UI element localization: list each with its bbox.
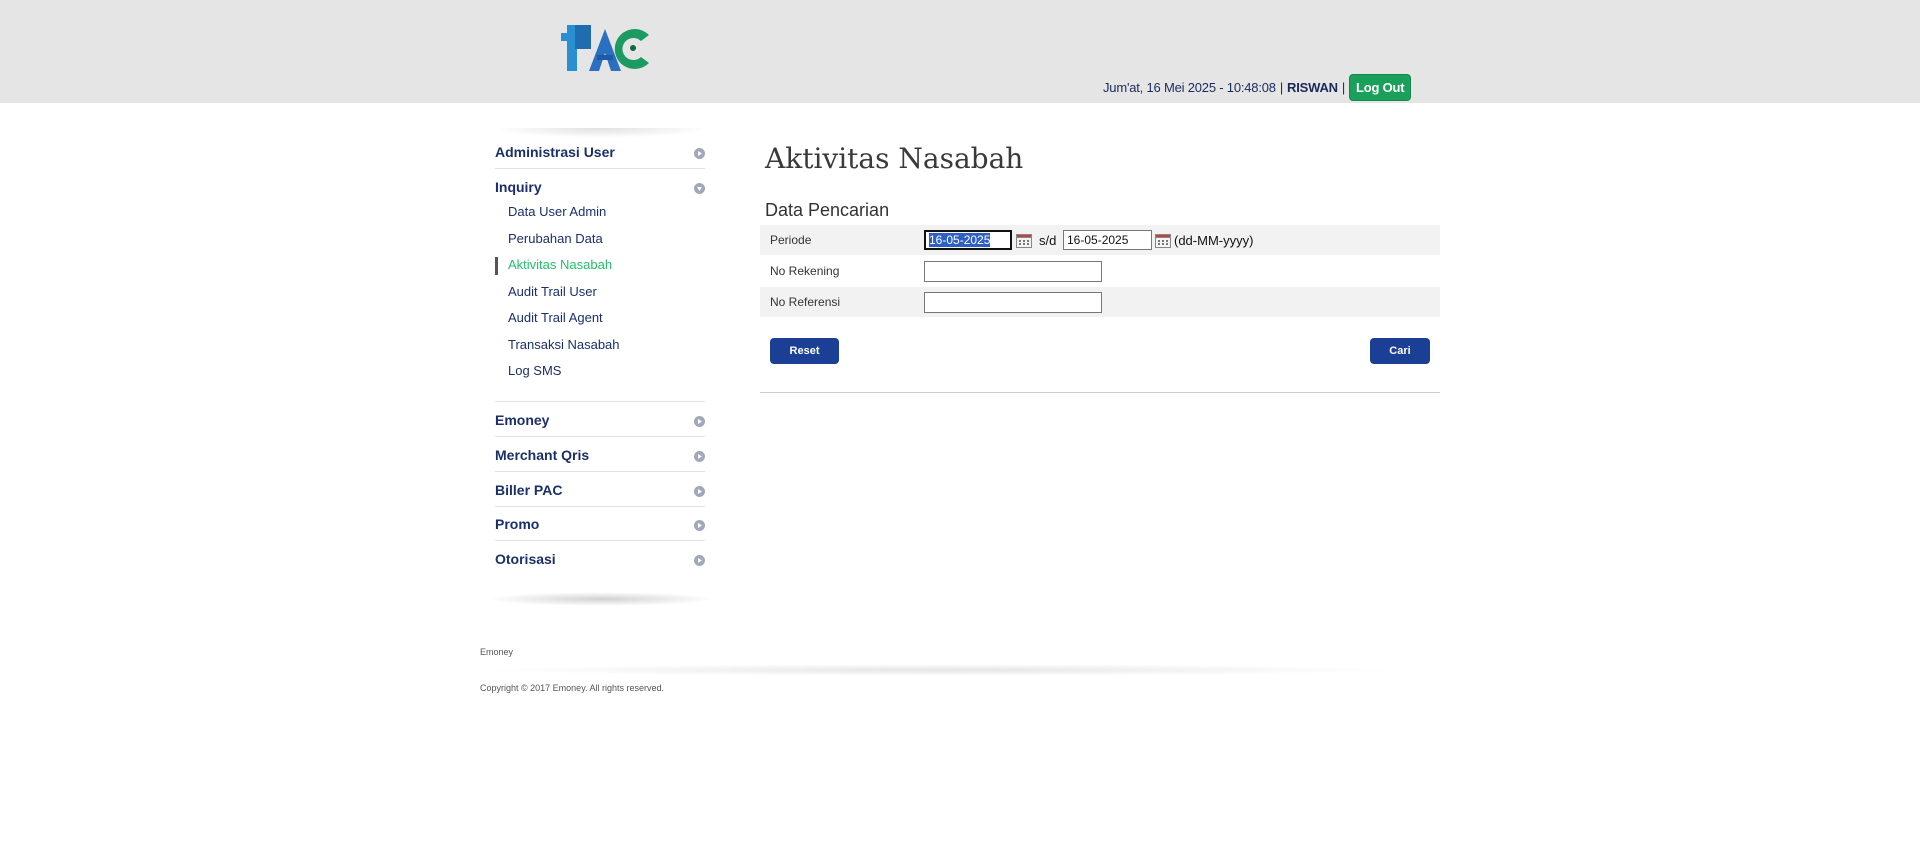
sidebar-item-log-sms[interactable]: Log SMS [508,363,561,381]
date-from-value: 16-05-2025 [929,233,991,247]
chevron-right-icon [694,555,705,566]
sidebar-item-aktivitas-nasabah[interactable]: Aktivitas Nasabah [508,257,612,275]
reset-button[interactable]: Reset [770,338,839,364]
sidebar-item-perubahan-data[interactable]: Perubahan Data [508,231,603,249]
menu-label: Biller PAC [495,482,563,498]
date-format-hint: (dd-MM-yyyy) [1174,233,1254,248]
date-from-input[interactable]: 16-05-2025 [924,230,1012,250]
header-bar: Jum'at, 16 Mei 2025 - 10:48:08 | RISWAN … [0,0,1920,103]
date-to-value: 16-05-2025 [1067,233,1129,247]
page-title: Aktivitas Nasabah [765,142,1024,175]
separator: | [1341,79,1346,95]
menu-inquiry[interactable]: Inquiry [495,169,705,203]
menu-merchant-qris[interactable]: Merchant Qris [495,437,705,472]
menu-otorisasi[interactable]: Otorisasi [495,541,705,575]
menu-label: Merchant Qris [495,447,590,463]
calendar-icon[interactable] [1016,234,1032,248]
menu-administrasi-user[interactable]: Administrasi User [495,134,705,169]
menu-promo[interactable]: Promo [495,506,705,541]
date-to-input[interactable]: 16-05-2025 [1063,230,1152,250]
username-text: RISWAN [1287,79,1338,95]
no-referensi-label: No Referensi [770,295,841,309]
content-divider [760,392,1440,393]
chevron-right-icon [694,416,705,427]
datetime-text: Jum'at, 16 Mei 2025 - 10:48:08 [1103,79,1276,95]
menu-label: Promo [495,516,540,532]
user-info-bar: Jum'at, 16 Mei 2025 - 10:48:08 | RISWAN … [1103,73,1412,101]
sd-label: s/d [1039,233,1057,248]
chevron-right-icon [694,148,705,159]
footer-brand: Emoney [480,647,514,657]
sidebar-item-transaksi-nasabah[interactable]: Transaksi Nasabah [508,337,620,355]
calendar-icon[interactable] [1155,234,1171,248]
chevron-right-icon [694,451,705,462]
pac-logo[interactable] [561,25,651,71]
menu-emoney[interactable]: Emoney [495,402,705,437]
menu-label: Otorisasi [495,551,556,567]
separator: | [1279,79,1284,95]
menu-label: Inquiry [495,179,542,195]
chevron-right-icon [694,520,705,531]
search-button[interactable]: Cari [1370,338,1430,364]
chevron-down-icon [694,183,705,194]
periode-label: Periode [770,233,812,247]
menu-biller-pac[interactable]: Biller PAC [495,472,705,507]
active-item-marker [495,257,498,275]
menu-label: Administrasi User [495,144,615,160]
no-referensi-input[interactable] [924,292,1102,313]
chevron-right-icon [694,486,705,497]
logout-button[interactable]: Log Out [1349,73,1412,101]
sidebar-bottom-shadow [487,592,715,606]
footer-divider [480,664,1400,676]
sidebar-item-audit-trail-user[interactable]: Audit Trail User [508,284,597,302]
menu-label: Emoney [495,412,550,428]
section-title: Data Pencarian [765,200,890,220]
footer-copyright: Copyright © 2017 Emoney. All rights rese… [480,683,665,693]
sidebar-item-audit-trail-agent[interactable]: Audit Trail Agent [508,310,603,328]
no-rekening-label: No Rekening [770,264,840,278]
no-rekening-input[interactable] [924,261,1102,282]
sidebar-item-data-user-admin[interactable]: Data User Admin [508,204,606,222]
